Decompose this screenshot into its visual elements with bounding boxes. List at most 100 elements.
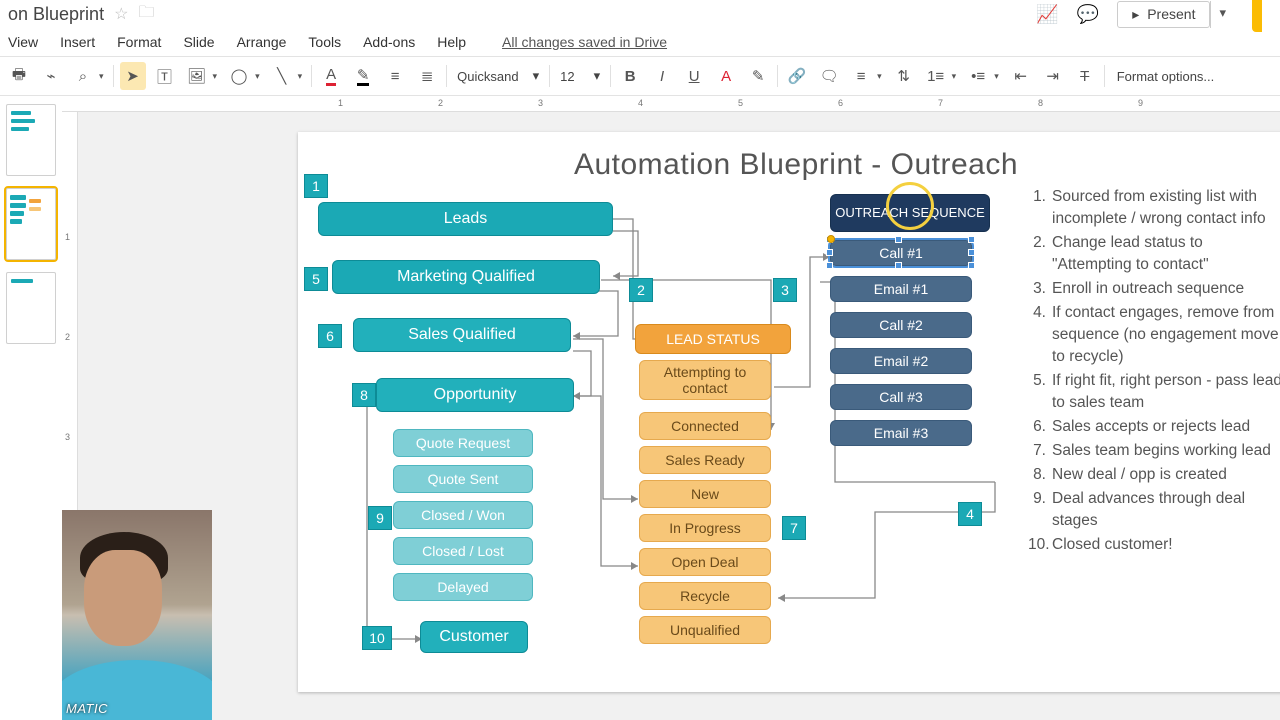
align-icon[interactable]: ≡	[848, 62, 874, 90]
slide-title[interactable]: Automation Blueprint - Outreach	[298, 148, 1280, 182]
slide-thumbnail[interactable]	[6, 104, 56, 176]
border-color-icon[interactable]: ✎	[350, 62, 376, 90]
lead-status-open-deal[interactable]: Open Deal	[639, 548, 771, 576]
fill-color-icon[interactable]: A	[318, 62, 344, 90]
italic-icon[interactable]: I	[649, 62, 675, 90]
menu-addons[interactable]: Add-ons	[363, 34, 415, 50]
slide-filmstrip[interactable]	[0, 96, 62, 720]
comments-icon[interactable]: 💬	[1077, 4, 1099, 25]
stage-quote-request[interactable]: Quote Request	[393, 429, 533, 457]
present-button[interactable]: ▸ Present	[1117, 1, 1210, 28]
format-options-button[interactable]: Format options...	[1117, 69, 1215, 84]
outreach-email-3[interactable]: Email #3	[830, 420, 972, 446]
document-title[interactable]: on Blueprint	[8, 4, 104, 25]
slide-thumbnail[interactable]	[6, 188, 56, 260]
save-status[interactable]: All changes saved in Drive	[502, 34, 667, 50]
step-number[interactable]: 2	[629, 278, 653, 302]
comment-add-icon[interactable]: 🗨	[816, 62, 842, 90]
step-number[interactable]: 1	[304, 174, 328, 198]
textbox-icon[interactable]: 🅃	[152, 62, 178, 90]
outreach-call-3[interactable]: Call #3	[830, 384, 972, 410]
webcam-watermark: MATIC	[66, 701, 108, 716]
numbered-list-icon[interactable]: 1≡	[923, 62, 949, 90]
font-size-select[interactable]: 12▾	[556, 68, 604, 84]
note-item: New deal / opp is created	[1052, 464, 1227, 486]
step-number[interactable]: 9	[368, 506, 392, 530]
menu-bar: View Insert Format Slide Arrange Tools A…	[0, 28, 1280, 56]
opportunity-block[interactable]: Opportunity	[376, 378, 574, 412]
line-spacing-icon[interactable]: ≣	[414, 62, 440, 90]
sales-qualified-block[interactable]: Sales Qualified	[353, 318, 571, 352]
line-spacing2-icon[interactable]: ⇅	[891, 62, 917, 90]
step-number[interactable]: 5	[304, 267, 328, 291]
horizontal-ruler: 1 2 3 4 5 6 7 8 9	[62, 96, 1280, 112]
step-number[interactable]: 8	[352, 383, 376, 407]
align-left-icon[interactable]: ≡	[382, 62, 408, 90]
outreach-email-2[interactable]: Email #2	[830, 348, 972, 374]
underline-icon[interactable]: U	[681, 62, 707, 90]
activity-icon[interactable]: 📈	[1036, 4, 1058, 25]
lead-status-header[interactable]: LEAD STATUS	[635, 324, 791, 354]
star-icon[interactable]: ☆	[114, 4, 128, 24]
step-number[interactable]: 6	[318, 324, 342, 348]
stage-quote-sent[interactable]: Quote Sent	[393, 465, 533, 493]
main-area: 1 2 3 4 5 6 7 8 9 1 2 3 Automation Bluep…	[0, 96, 1280, 720]
menu-view[interactable]: View	[8, 34, 38, 50]
account-edge[interactable]	[1252, 0, 1262, 32]
lead-status-in-progress[interactable]: In Progress	[639, 514, 771, 542]
present-dropdown[interactable]: ▾	[1210, 1, 1234, 28]
outreach-call-2[interactable]: Call #2	[830, 312, 972, 338]
marketing-qualified-block[interactable]: Marketing Qualified	[332, 260, 600, 294]
step-number[interactable]: 4	[958, 502, 982, 526]
stage-closed-lost[interactable]: Closed / Lost	[393, 537, 533, 565]
leads-block[interactable]: Leads	[318, 202, 613, 236]
clear-format-icon[interactable]: T	[1072, 62, 1098, 90]
present-play-icon: ▸	[1132, 6, 1139, 23]
step-number[interactable]: 10	[362, 626, 392, 650]
shape-icon[interactable]: ◯	[226, 62, 252, 90]
stage-closed-won[interactable]: Closed / Won	[393, 501, 533, 529]
menu-format[interactable]: Format	[117, 34, 161, 50]
stage-delayed[interactable]: Delayed	[393, 573, 533, 601]
slide-thumbnail[interactable]	[6, 272, 56, 344]
outreach-email-1[interactable]: Email #1	[830, 276, 972, 302]
menu-slide[interactable]: Slide	[183, 34, 214, 50]
notes-list[interactable]: 1.Sourced from existing list with incomp…	[1028, 186, 1280, 558]
font-select[interactable]: Quicksand▾	[453, 68, 543, 84]
lead-status-unqualified[interactable]: Unqualified	[639, 616, 771, 644]
zoom-icon[interactable]: ⌕	[70, 62, 96, 90]
link-icon[interactable]: 🔗	[784, 62, 810, 90]
customer-block[interactable]: Customer	[420, 621, 528, 653]
paint-format-icon[interactable]: ⌁	[38, 62, 64, 90]
step-number[interactable]: 3	[773, 278, 797, 302]
present-label: Present	[1147, 6, 1195, 22]
folder-icon[interactable]: 🗀	[138, 1, 154, 28]
lead-status-recycle[interactable]: Recycle	[639, 582, 771, 610]
line-icon[interactable]: ╲	[269, 62, 295, 90]
note-item: Sales team begins working lead	[1052, 440, 1271, 462]
highlight-icon[interactable]: ✎	[745, 62, 771, 90]
print-icon[interactable]: 🖶	[6, 62, 32, 90]
step-number[interactable]: 7	[782, 516, 806, 540]
slide-canvas[interactable]: Automation Blueprint - Outreach	[298, 132, 1280, 692]
lead-status-connected[interactable]: Connected	[639, 412, 771, 440]
menu-arrange[interactable]: Arrange	[237, 34, 287, 50]
menu-insert[interactable]: Insert	[60, 34, 95, 50]
text-color-icon[interactable]: A	[713, 62, 739, 90]
note-item: If contact engages, remove from sequence…	[1052, 302, 1280, 368]
note-item: Change lead status to "Attempting to con…	[1052, 232, 1280, 276]
indent-inc-icon[interactable]: ⇥	[1040, 62, 1066, 90]
lead-status-attempting[interactable]: Attempting to contact	[639, 360, 771, 400]
menu-tools[interactable]: Tools	[308, 34, 341, 50]
image-icon[interactable]: 🖼	[184, 62, 210, 90]
bold-icon[interactable]: B	[617, 62, 643, 90]
select-tool-icon[interactable]: ➤	[120, 62, 146, 90]
lead-status-new[interactable]: New	[639, 480, 771, 508]
bullet-list-icon[interactable]: •≡	[965, 62, 991, 90]
menu-help[interactable]: Help	[437, 34, 466, 50]
lead-status-sales-ready[interactable]: Sales Ready	[639, 446, 771, 474]
note-item: If right fit, right person - pass lead t…	[1052, 370, 1280, 414]
canvas[interactable]: 1 2 3 4 5 6 7 8 9 1 2 3 Automation Bluep…	[62, 96, 1280, 720]
indent-dec-icon[interactable]: ⇤	[1008, 62, 1034, 90]
highlight-circle	[886, 182, 934, 230]
